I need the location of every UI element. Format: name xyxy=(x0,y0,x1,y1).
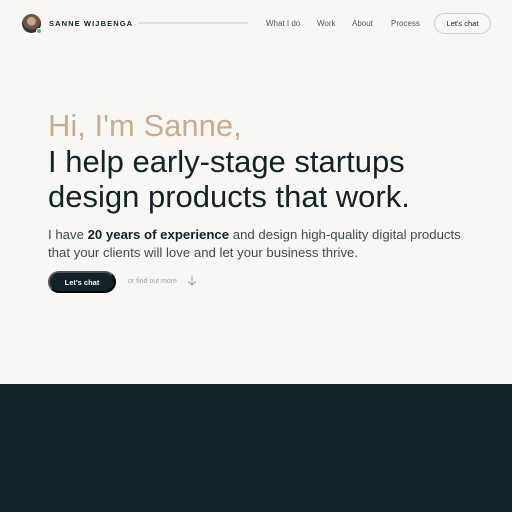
nav-link-process[interactable]: Process xyxy=(391,19,420,28)
dark-section xyxy=(0,384,512,512)
nav-link-what-i-do[interactable]: What I do xyxy=(266,19,300,28)
hero-section: Hi, I'm Sanne, I help early-stage startu… xyxy=(48,108,488,262)
hero-subtitle: I have 20 years of experience and design… xyxy=(48,226,468,262)
site-header: SANNE WIJBENGA What I do Work About Proc… xyxy=(0,0,512,48)
hero-title-line-1: I help early-stage startups xyxy=(48,144,405,179)
arrow-down-icon[interactable] xyxy=(187,275,197,287)
hero-title: I help early-stage startups design produ… xyxy=(48,144,488,214)
hero-greeting: Hi, I'm Sanne, xyxy=(48,108,242,143)
header-chat-button[interactable]: Let's chat xyxy=(434,13,491,34)
find-out-more-link[interactable]: or find out more xyxy=(128,278,177,285)
brand-name[interactable]: SANNE WIJBENGA xyxy=(49,19,133,28)
online-status-icon xyxy=(36,28,42,34)
hero-title-line-2: design products that work. xyxy=(48,179,410,214)
nav-link-work[interactable]: Work xyxy=(317,19,336,28)
hero-subtitle-start: I have xyxy=(48,227,88,242)
hero-subtitle-highlight: 20 years of experience xyxy=(87,227,230,242)
nav-link-about[interactable]: About xyxy=(352,19,373,28)
scroll-progress-bar xyxy=(138,22,248,24)
hero-chat-button[interactable]: Let's chat xyxy=(48,271,116,293)
